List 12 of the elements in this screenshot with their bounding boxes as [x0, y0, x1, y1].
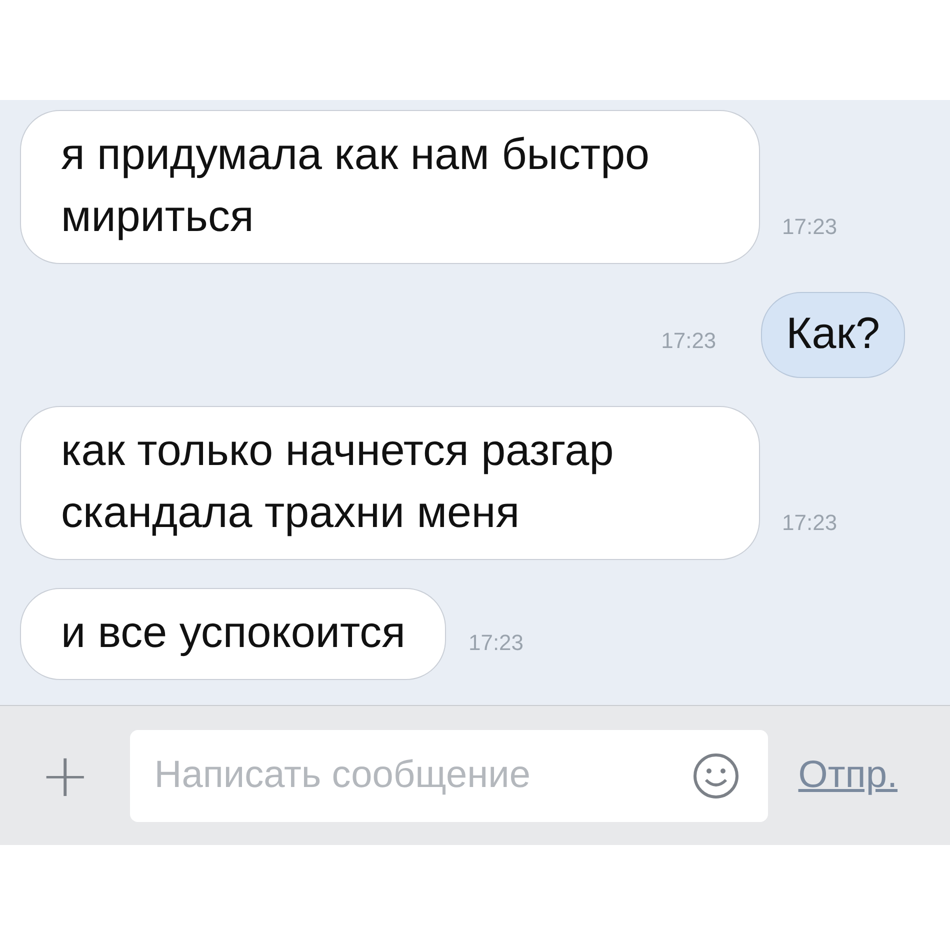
message-bubble: Как? [761, 292, 905, 378]
add-button[interactable]: + [30, 740, 100, 810]
message-bubble: и все успокоится [20, 588, 446, 680]
message-time: 17:23 [468, 630, 524, 656]
message-bubble: как только начнется разгар скандала трахни меня [20, 406, 760, 560]
message-field[interactable]: Написать сообщение [130, 730, 768, 822]
send-button[interactable]: Отпр. [798, 754, 898, 797]
message-time: 17:23 [782, 214, 838, 240]
smiley-icon[interactable] [692, 752, 740, 800]
message-time: 17:23 [661, 328, 716, 354]
message-time: 17:23 [782, 510, 838, 536]
message-bubble: я придумала как нам быстро мириться [20, 110, 760, 264]
